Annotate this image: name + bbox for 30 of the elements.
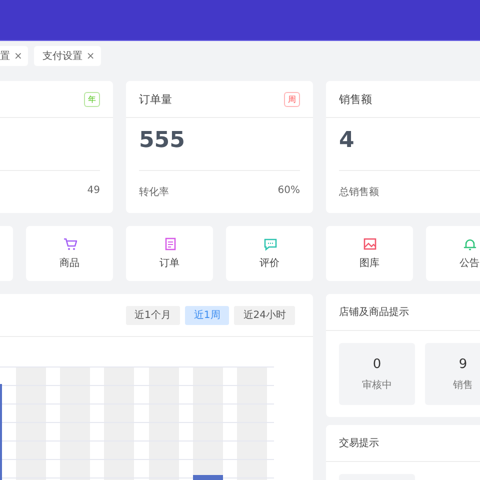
stat-label: 转化率 [139,186,169,199]
count-label: 销售 [453,378,473,392]
close-icon[interactable]: × [14,50,22,62]
shortcut-tile[interactable]: 公告 [426,226,480,281]
shortcut-tile[interactable]: 商品 [26,226,113,281]
count-label: 审核中 [362,378,392,392]
stat-value: 4 [339,128,354,153]
card-title: 销售额 [339,92,372,106]
count-tile[interactable]: 9 销售 [425,343,480,405]
count-value: 0 [372,356,382,372]
page-tab[interactable]: 置 × [0,46,28,66]
stat-footer-value: 49 [87,185,100,196]
shortcut-tile[interactable]: 订单 [126,226,213,281]
card-title: 订单量 [139,92,172,106]
period-tag: 年 [84,92,100,106]
shortcut-tile[interactable]: 图库 [326,226,413,281]
stat-footer-value: 60% [278,185,300,198]
count-value: 9 [458,356,468,372]
range-tab[interactable]: 近24小时 [234,306,295,324]
card-title: 交易提示 [326,425,480,462]
shortcut-tile[interactable]: 评价 [226,226,313,281]
range-tab[interactable]: 近1个月 [126,306,180,324]
count-tile[interactable]: 0 审核中 [339,343,415,405]
stat-value: 555 [139,128,185,153]
stat-label: 总销售额 [339,186,379,199]
chart-bar [193,475,223,480]
close-icon[interactable]: × [86,50,95,62]
page-tab[interactable]: 支付设置 × [34,46,101,66]
period-tag: 周 [284,92,300,106]
card-title: 店铺及商品提示 [326,294,480,331]
